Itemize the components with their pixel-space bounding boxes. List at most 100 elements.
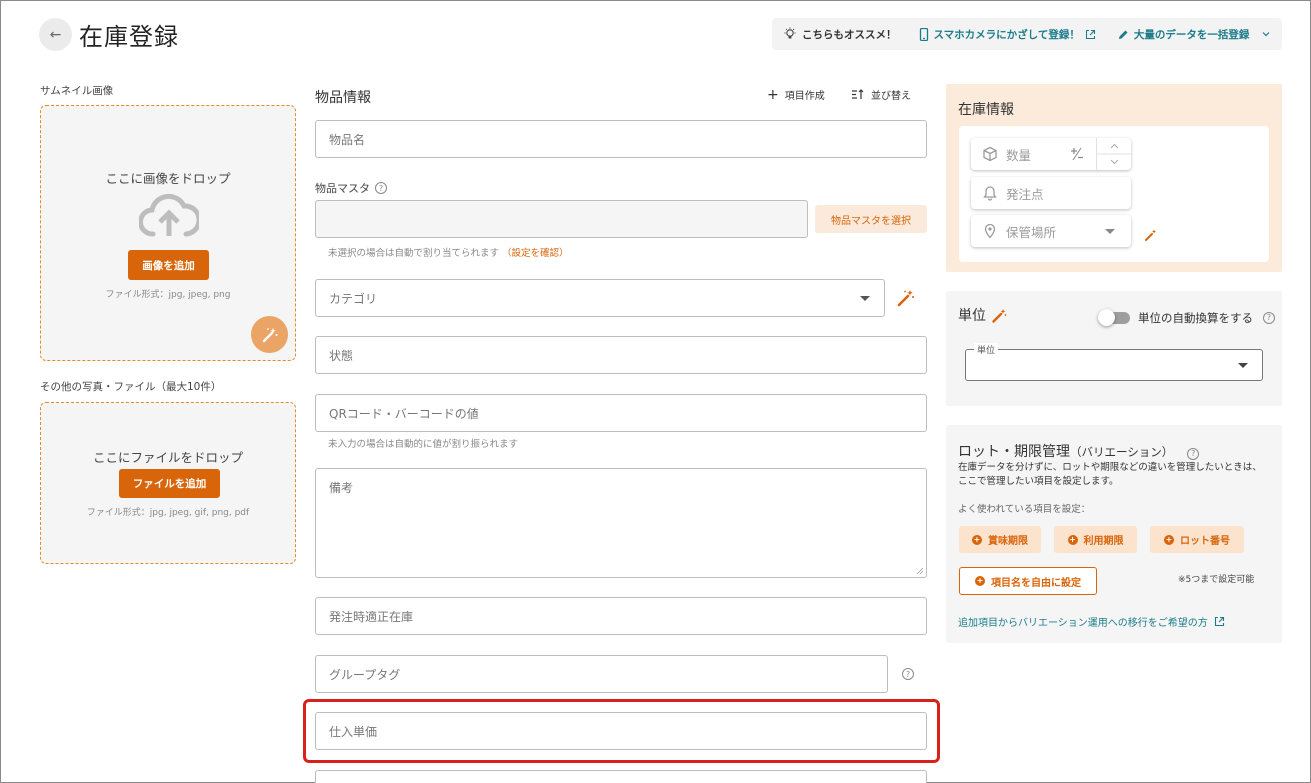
files-dropzone[interactable]: ここにファイルをドロップ ファイルを追加 ファイル形式：jpg, jpeg, g… <box>40 402 296 564</box>
arrow-left-icon: ← <box>49 26 62 43</box>
migration-link-label: 追加項目からバリエーション運用への移行をご希望の方 <box>958 618 1208 629</box>
resize-handle-icon[interactable] <box>916 567 924 575</box>
add-file-button[interactable]: ファイルを追加 <box>119 469 220 498</box>
status-input[interactable]: 状態 <box>315 336 927 374</box>
migration-link[interactable]: 追加項目からバリエーション運用への移行をご希望の方 <box>958 614 1225 629</box>
reorder-stock-input[interactable]: 発注時適正在庫 <box>315 597 927 635</box>
add-image-button[interactable]: 画像を追加 <box>128 250 209 280</box>
item-master-hint: 未選択の場合は自動で割り当てられます （設定を確認） <box>328 245 569 259</box>
create-item-button[interactable]: + 項目作成 <box>767 86 825 103</box>
item-master-input <box>315 200 808 238</box>
common-items-label: よく使われている項目を設定： <box>958 504 1091 515</box>
bell-icon <box>983 186 997 201</box>
thumbnail-drop-text: ここに画像をドロップ <box>105 171 231 186</box>
thumbnail-dropzone[interactable]: ここに画像をドロップ 画像を追加 ファイル形式：jpg, jpeg, png <box>40 105 296 361</box>
help-icon[interactable]: ? <box>1263 311 1275 324</box>
lot-title-group: ロット・期限管理 （バリエーション） ? <box>958 441 1200 461</box>
quantity-stepper[interactable] <box>1096 138 1132 170</box>
notes-placeholder: 備考 <box>329 481 354 495</box>
category-select[interactable]: カテゴリ <box>315 279 885 317</box>
create-item-label: 項目作成 <box>784 91 825 102</box>
plus-circle-icon: + <box>1164 534 1174 545</box>
caret-down-icon <box>1105 229 1115 234</box>
camera-register-label: スマホカメラにかざして登録！ <box>933 28 1080 41</box>
thumbnail-label: サムネイル画像 <box>40 85 114 97</box>
back-button[interactable]: ← <box>39 18 72 51</box>
promo-bar: こちらもオススメ！ スマホカメラにかざして登録！ 大量のデータを一括登録 <box>772 18 1282 50</box>
item-master-label: 物品マスタ ? <box>315 180 387 196</box>
chip-use-by[interactable]: + 利用期限 <box>1054 526 1137 553</box>
magic-wand-icon[interactable] <box>992 308 1007 323</box>
bulk-register-button[interactable]: 大量のデータを一括登録 <box>1118 27 1273 42</box>
help-icon[interactable]: ? <box>375 182 387 194</box>
stepper-arrows-icon <box>1097 143 1132 165</box>
caret-down-icon <box>1238 363 1248 368</box>
item-info-title: 物品情報 <box>315 90 371 106</box>
magic-wand-icon <box>262 327 277 342</box>
thumbnail-format-hint: ファイル形式：jpg, jpeg, png <box>105 290 231 300</box>
caret-down-icon <box>860 296 870 301</box>
reorder-point-input[interactable]: 発注点 <box>971 177 1131 209</box>
chip-lot-number-label: ロット番号 <box>1180 536 1230 547</box>
ai-generate-image-button[interactable] <box>251 316 288 353</box>
plus-icon: + <box>767 86 779 103</box>
notes-textarea[interactable]: 備考 <box>315 468 927 578</box>
location-pin-icon <box>984 223 996 239</box>
help-icon[interactable]: ? <box>1187 447 1200 460</box>
page-title: 在庫登録 <box>79 23 179 51</box>
plus-circle-icon: + <box>972 534 982 545</box>
item-name-placeholder: 物品名 <box>329 132 366 147</box>
help-icon[interactable]: ? <box>902 668 914 680</box>
unit-title: 単位 <box>958 308 986 324</box>
pencil-icon <box>1118 30 1128 39</box>
purchase-price-input[interactable]: 仕入単価 <box>315 712 927 750</box>
camera-register-link[interactable]: スマホカメラにかざして登録！ <box>919 27 1096 42</box>
status-placeholder: 状態 <box>329 348 354 363</box>
custom-item-button[interactable]: + 項目名を自由に設定 <box>959 567 1097 595</box>
unit-title-group: 単位 <box>958 305 1007 325</box>
lot-subtitle: （バリエーション） <box>1070 445 1174 459</box>
item-name-input[interactable]: 物品名 <box>315 120 927 158</box>
reorder-point-placeholder: 発注点 <box>1006 186 1044 202</box>
category-placeholder: カテゴリ <box>329 291 378 306</box>
lot-title: ロット・期限管理 <box>958 444 1070 460</box>
promo-label: こちらもオススメ！ <box>802 28 897 41</box>
item-master-label-text: 物品マスタ <box>315 182 370 195</box>
stock-info-title: 在庫情報 <box>958 102 1014 118</box>
external-link-icon <box>1214 616 1224 627</box>
unit-select[interactable]: 単位 <box>965 343 1263 381</box>
code-value-placeholder: QRコード・バーコードの値 <box>329 406 479 421</box>
chip-lot-number[interactable]: + ロット番号 <box>1150 526 1244 553</box>
group-tag-input[interactable]: グループタグ <box>315 655 888 693</box>
code-value-input[interactable]: QRコード・バーコードの値 <box>315 394 927 432</box>
files-label: その他の写真・ファイル（最大10件） <box>40 381 222 393</box>
plus-minus-icon[interactable] <box>1070 147 1084 161</box>
stock-info-panel: 在庫情報 数量 発注点 保管場所 <box>946 84 1282 272</box>
magic-wand-icon[interactable] <box>897 289 915 307</box>
limit-note: ※5つまで設定可能 <box>1178 575 1255 585</box>
magic-wand-icon[interactable] <box>1145 229 1157 241</box>
select-item-master-button[interactable]: 物品マスタを選択 <box>815 205 927 233</box>
smartphone-icon <box>919 27 928 41</box>
quantity-input[interactable]: 数量 <box>971 138 1132 170</box>
code-value-hint: 未入力の場合は自動的に値が割り振られます <box>328 439 519 450</box>
auto-convert-toggle[interactable] <box>1098 309 1132 326</box>
chip-best-before[interactable]: + 賞味期限 <box>959 526 1041 553</box>
auto-convert-toggle-group: 単位の自動換算をする ? <box>1098 309 1275 326</box>
location-select[interactable]: 保管場所 <box>971 215 1131 247</box>
next-field-input[interactable] <box>315 770 927 783</box>
sort-button[interactable]: 並び替え <box>851 87 911 102</box>
chip-use-by-label: 利用期限 <box>1083 536 1124 547</box>
stock-info-card: 数量 発注点 保管場所 <box>959 126 1269 262</box>
cloud-upload-icon <box>139 193 199 237</box>
check-settings-link[interactable]: （設定を確認） <box>502 248 569 259</box>
sort-label: 並び替え <box>871 91 911 102</box>
auto-convert-label: 単位の自動換算をする <box>1138 310 1253 325</box>
sort-icon <box>852 89 864 99</box>
external-link-icon <box>1085 29 1095 39</box>
reorder-stock-placeholder: 発注時適正在庫 <box>329 609 414 624</box>
bulk-register-label: 大量のデータを一括登録 <box>1133 28 1250 41</box>
box-icon <box>983 146 997 162</box>
custom-item-label: 項目名を自由に設定 <box>991 577 1081 589</box>
chip-best-before-label: 賞味期限 <box>988 536 1028 547</box>
